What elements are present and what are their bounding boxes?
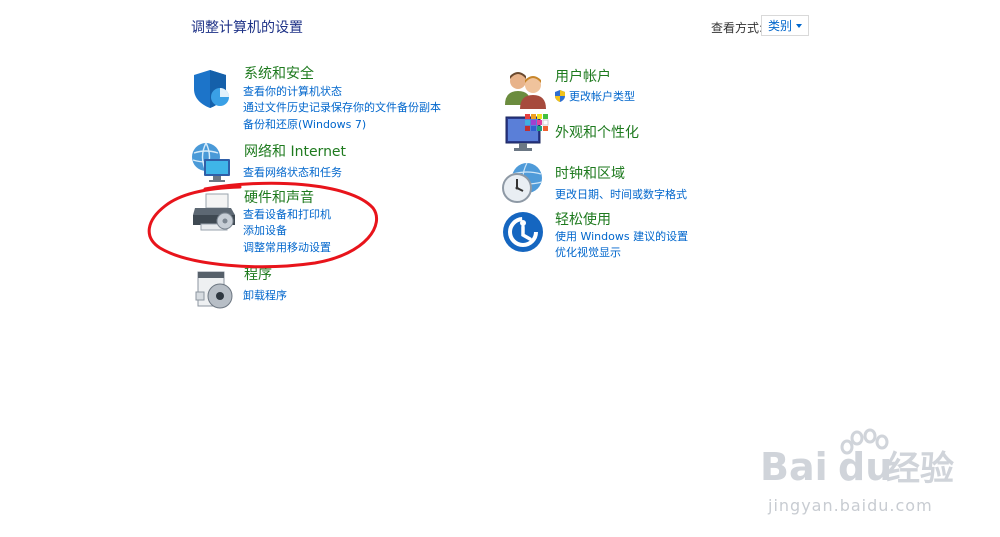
link-change-account-type[interactable]: 更改帐户类型 [569,88,635,104]
category-system-security[interactable]: 系统和安全 [244,63,314,83]
link-uninstall-program[interactable]: 卸载程序 [243,287,287,303]
annotation-ellipse [147,181,379,269]
link-backup-restore[interactable]: 备份和还原(Windows 7) [243,116,366,132]
chevron-down-icon [796,23,802,28]
link-recommended-settings[interactable]: 使用 Windows 建议的设置 [555,228,688,244]
link-file-history-backup[interactable]: 通过文件历史记录保存你的文件备份副本 [243,99,441,115]
link-change-date-time-format[interactable]: 更改日期、时间或数字格式 [555,186,687,202]
clock-globe-icon[interactable] [501,160,547,206]
category-clock-region[interactable]: 时钟和区域 [555,163,625,183]
watermark-url: jingyan.baidu.com [768,496,933,515]
view-by-label: 查看方式: [711,21,764,35]
programs-disc-icon[interactable] [194,266,240,312]
category-ease-of-access[interactable]: 轻松使用 [555,209,611,229]
watermark-text-du: du [838,445,892,489]
watermark-text: Bai [760,445,828,489]
view-by-dropdown[interactable]: 类别 [761,15,809,36]
link-view-computer-status[interactable]: 查看你的计算机状态 [243,83,342,99]
view-by-selected: 类别 [767,19,792,33]
page-title: 调整计算机的设置 [191,20,303,36]
ease-of-access-icon[interactable] [502,210,548,256]
watermark-cn: 经验 [886,449,954,489]
link-network-status[interactable]: 查看网络状态和任务 [243,164,342,180]
monitor-palette-icon[interactable] [503,112,549,158]
category-network-internet[interactable]: 网络和 Internet [244,141,346,161]
link-optimize-display[interactable]: 优化视觉显示 [555,244,621,260]
link-change-account-type-row[interactable]: 更改帐户类型 [553,88,635,104]
network-globe-icon[interactable] [189,139,235,185]
shield-icon[interactable] [190,66,236,112]
uac-shield-icon [555,90,565,102]
users-icon[interactable] [503,67,549,113]
category-user-accounts[interactable]: 用户帐户 [555,66,611,86]
category-appearance-personalization[interactable]: 外观和个性化 [555,122,639,142]
